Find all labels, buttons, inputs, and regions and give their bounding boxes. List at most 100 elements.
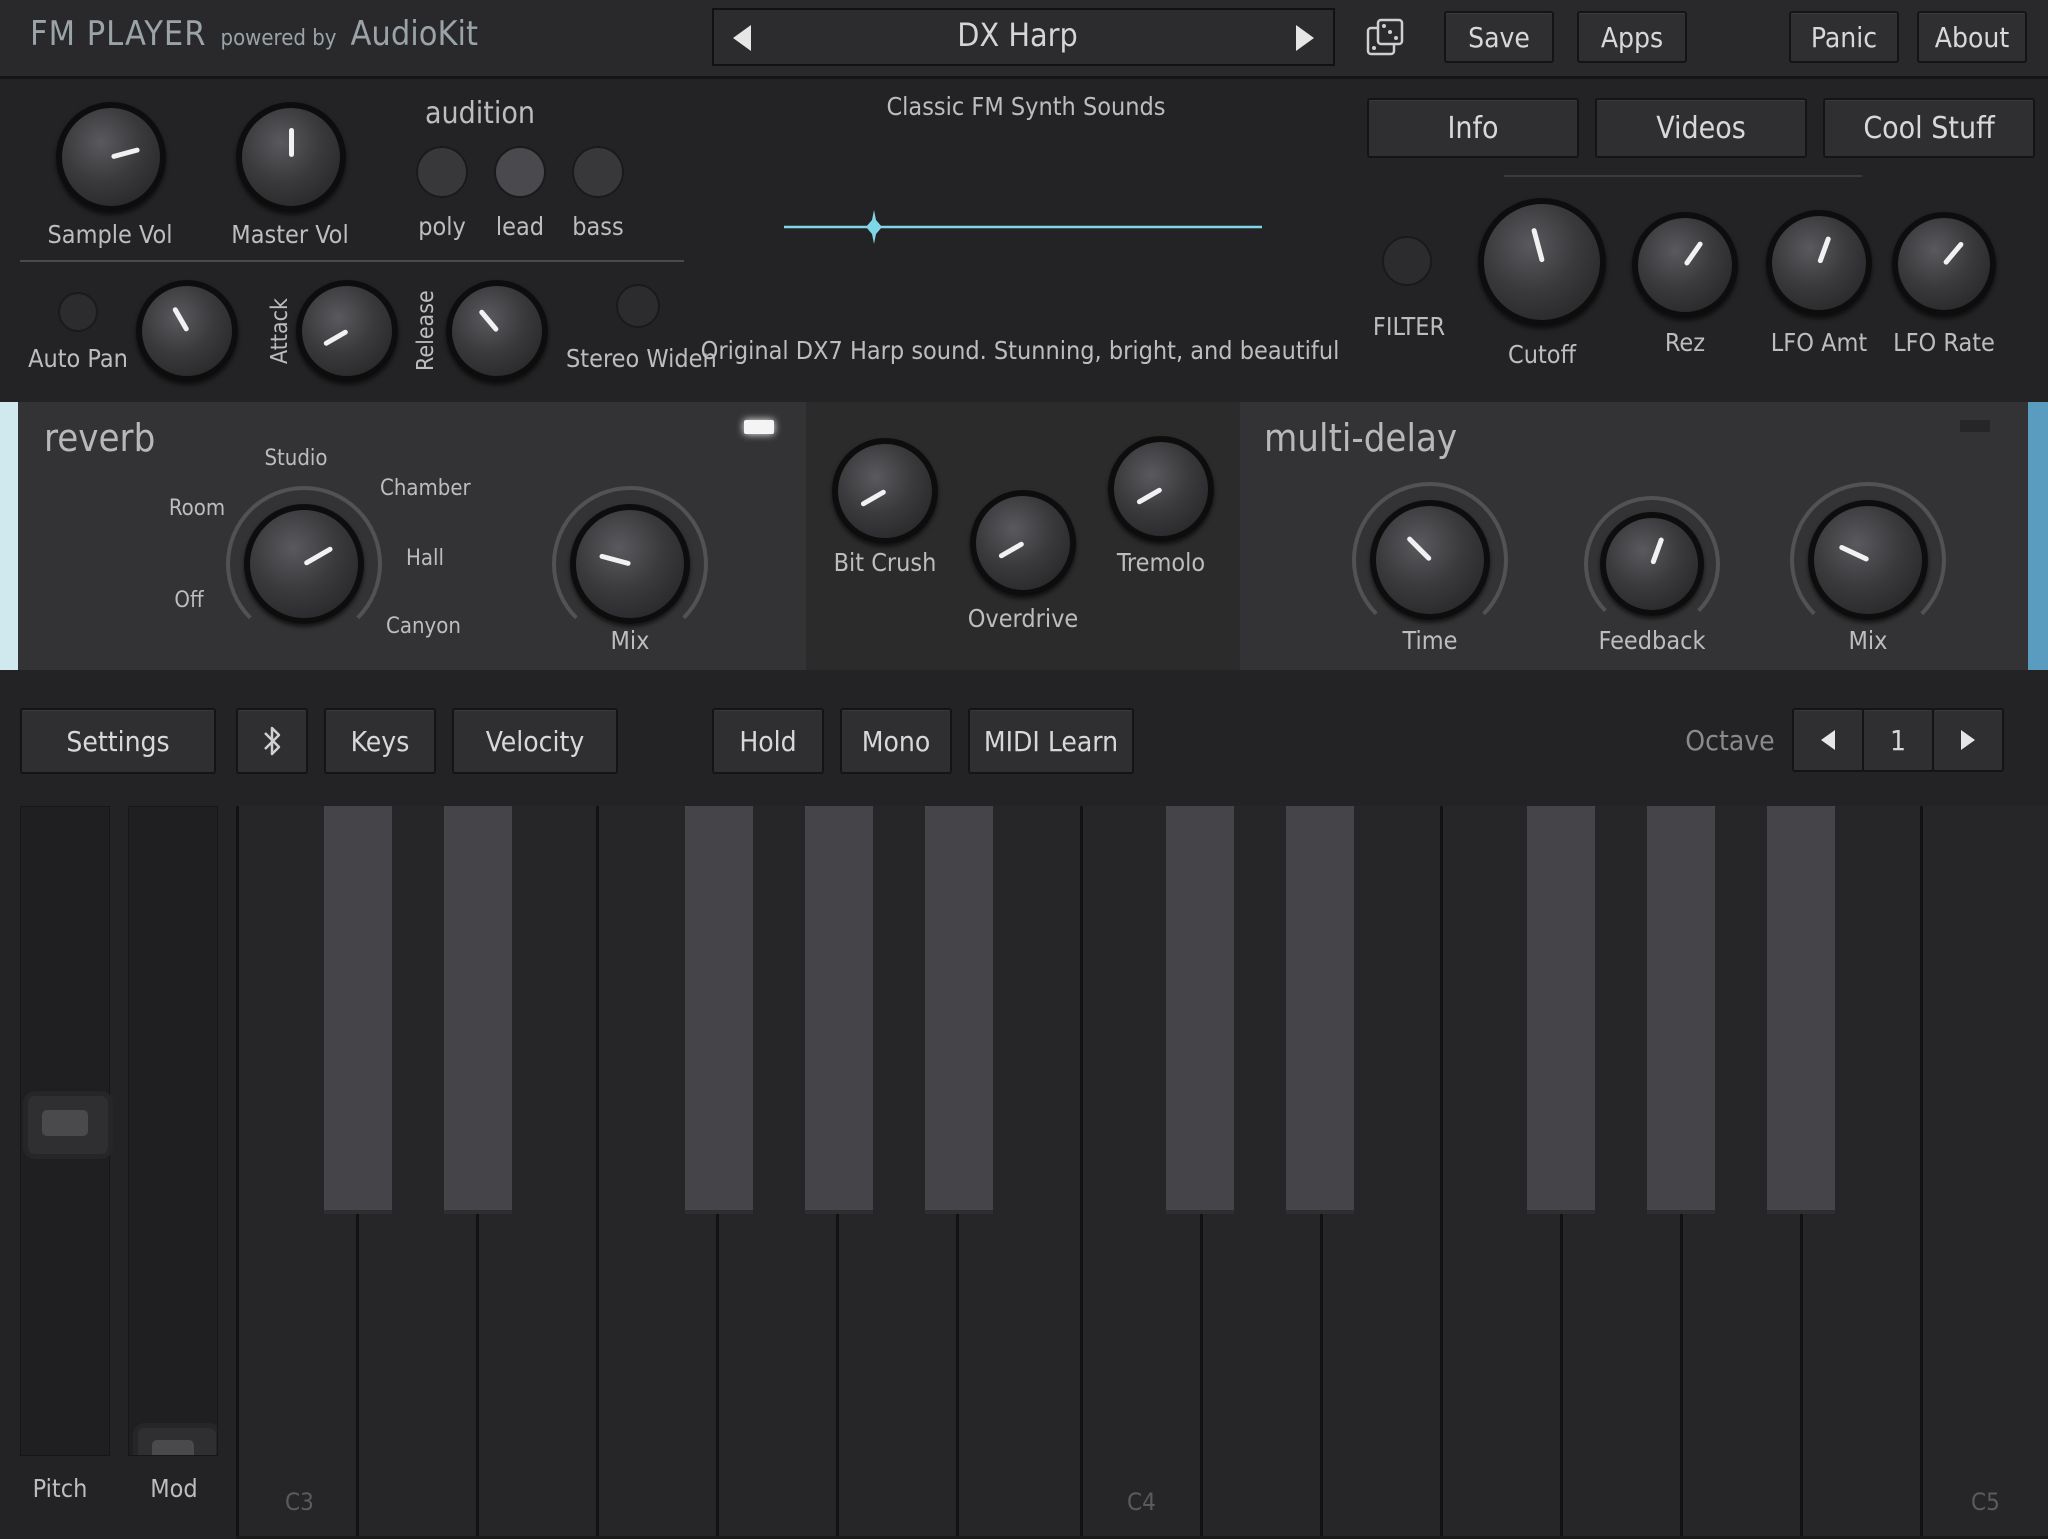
filter-toggle[interactable] bbox=[1382, 236, 1432, 286]
master-vol-label: Master Vol bbox=[231, 220, 349, 249]
black-key[interactable] bbox=[805, 806, 873, 1214]
hold-button[interactable]: Hold bbox=[712, 708, 824, 774]
pitch-wheel-thumb[interactable] bbox=[23, 1091, 113, 1159]
filter-label: FILTER bbox=[1372, 312, 1446, 341]
black-key[interactable] bbox=[925, 806, 993, 1214]
black-key[interactable] bbox=[1527, 806, 1595, 1214]
delay-accent-bar bbox=[2028, 402, 2048, 670]
tremolo-label: Tremolo bbox=[1116, 548, 1206, 577]
octave-up-button[interactable] bbox=[1932, 708, 2004, 772]
bluetooth-button[interactable] bbox=[236, 708, 308, 774]
audition-poly-button[interactable] bbox=[416, 146, 468, 198]
stereo-widen-toggle[interactable] bbox=[616, 284, 660, 328]
reverb-mix-label: Mix bbox=[610, 626, 650, 655]
logo-main: FM PLAYER bbox=[30, 14, 207, 54]
preset-prev-button[interactable] bbox=[722, 18, 762, 58]
release-knob[interactable] bbox=[446, 280, 548, 382]
midi-learn-button[interactable]: MIDI Learn bbox=[968, 708, 1134, 774]
info-button[interactable]: Info bbox=[1367, 98, 1579, 158]
reverb-type-hall[interactable]: Hall bbox=[400, 546, 450, 571]
attack-knob[interactable] bbox=[296, 280, 398, 382]
audition-bass-button[interactable] bbox=[572, 146, 624, 198]
reverb-type-off[interactable]: Off bbox=[160, 588, 218, 613]
reverb-type-studio[interactable]: Studio bbox=[256, 446, 336, 471]
dice-icon bbox=[1366, 18, 1404, 56]
tremolo-knob[interactable] bbox=[1108, 436, 1214, 542]
delay-time-knob[interactable] bbox=[1370, 500, 1490, 620]
reverb-enable-led[interactable] bbox=[744, 420, 774, 434]
mod-wheel-thumb[interactable] bbox=[133, 1423, 217, 1455]
lfo-amt-label: LFO Amt bbox=[1770, 328, 1868, 357]
overdrive-label: Overdrive bbox=[967, 604, 1079, 633]
black-key[interactable] bbox=[444, 806, 512, 1214]
pitch-wheel[interactable] bbox=[20, 806, 113, 1456]
knob-indicator bbox=[1816, 235, 1831, 264]
thumb-grip bbox=[152, 1440, 194, 1455]
logo-brand: AudioKit bbox=[350, 14, 478, 54]
cool-stuff-button[interactable]: Cool Stuff bbox=[1823, 98, 2035, 158]
reverb-type-chamber[interactable]: Chamber bbox=[380, 476, 471, 501]
preset-bank-title: Classic FM Synth Sounds bbox=[886, 92, 1166, 121]
rez-knob[interactable] bbox=[1632, 212, 1738, 318]
black-key[interactable] bbox=[685, 806, 753, 1214]
mod-wheel[interactable] bbox=[128, 806, 218, 1456]
reverb-mix-knob[interactable] bbox=[570, 504, 690, 624]
mono-button[interactable]: Mono bbox=[840, 708, 952, 774]
about-button[interactable]: About bbox=[1917, 11, 2027, 63]
black-key[interactable] bbox=[1647, 806, 1715, 1214]
lfo-amt-knob[interactable] bbox=[1766, 210, 1872, 316]
bit-crush-label: Bit Crush bbox=[833, 548, 937, 577]
knob-indicator bbox=[859, 488, 887, 508]
lfo-rate-knob[interactable] bbox=[1892, 212, 1996, 316]
release-label: Release bbox=[413, 290, 439, 371]
white-key[interactable]: C5 bbox=[1920, 806, 2048, 1536]
sample-vol-knob[interactable] bbox=[56, 102, 166, 212]
audition-title: audition bbox=[425, 96, 535, 131]
black-key[interactable] bbox=[1286, 806, 1354, 1214]
divider bbox=[1504, 175, 1862, 177]
apps-button[interactable]: Apps bbox=[1577, 11, 1687, 63]
knob-indicator bbox=[110, 146, 141, 160]
settings-button[interactable]: Settings bbox=[20, 708, 216, 774]
cutoff-knob[interactable] bbox=[1478, 198, 1606, 326]
save-button[interactable]: Save bbox=[1444, 11, 1554, 63]
overdrive-knob[interactable] bbox=[970, 490, 1076, 596]
reverb-type-knob[interactable] bbox=[244, 504, 364, 624]
key-label: C4 bbox=[1127, 1488, 1156, 1516]
auto-pan-knob[interactable] bbox=[136, 280, 238, 382]
velocity-button[interactable]: Velocity bbox=[452, 708, 618, 774]
knob-indicator bbox=[997, 540, 1025, 560]
knob-indicator bbox=[1649, 537, 1664, 565]
logo-powered: powered by bbox=[220, 26, 337, 51]
random-preset-button[interactable] bbox=[1364, 18, 1406, 58]
delay-mix-knob[interactable] bbox=[1808, 500, 1928, 620]
preset-name[interactable]: DX Harp bbox=[770, 16, 1265, 54]
octave-down-button[interactable] bbox=[1792, 708, 1864, 772]
videos-button[interactable]: Videos bbox=[1595, 98, 1807, 158]
preset-description: Original DX7 Harp sound. Stunning, brigh… bbox=[700, 336, 1340, 365]
knob-indicator bbox=[1682, 240, 1704, 267]
keys-button[interactable]: Keys bbox=[324, 708, 436, 774]
delay-title: multi-delay bbox=[1264, 416, 1458, 460]
black-key[interactable] bbox=[1166, 806, 1234, 1214]
panic-button[interactable]: Panic bbox=[1789, 11, 1899, 63]
sample-vol-label: Sample Vol bbox=[47, 220, 173, 249]
knob-indicator bbox=[477, 308, 499, 333]
reverb-type-room[interactable]: Room bbox=[162, 496, 232, 521]
key-label: C5 bbox=[1971, 1488, 2000, 1516]
cutoff-label: Cutoff bbox=[1507, 340, 1577, 369]
master-vol-knob[interactable] bbox=[236, 102, 346, 212]
bit-crush-knob[interactable] bbox=[832, 438, 938, 544]
attack-label: Attack bbox=[267, 298, 293, 365]
black-key[interactable] bbox=[1767, 806, 1835, 1214]
preset-next-button[interactable] bbox=[1285, 18, 1325, 58]
black-key[interactable] bbox=[324, 806, 392, 1214]
audition-lead-button[interactable] bbox=[494, 146, 546, 198]
triangle-right-icon bbox=[1296, 25, 1314, 51]
auto-pan-toggle[interactable] bbox=[58, 292, 98, 332]
audition-bass-label: bass bbox=[572, 212, 624, 241]
delay-enable-led[interactable] bbox=[1960, 420, 1990, 432]
reverb-type-canyon[interactable]: Canyon bbox=[386, 614, 461, 639]
delay-feedback-knob[interactable] bbox=[1600, 512, 1704, 616]
audition-lead-label: lead bbox=[495, 212, 545, 241]
